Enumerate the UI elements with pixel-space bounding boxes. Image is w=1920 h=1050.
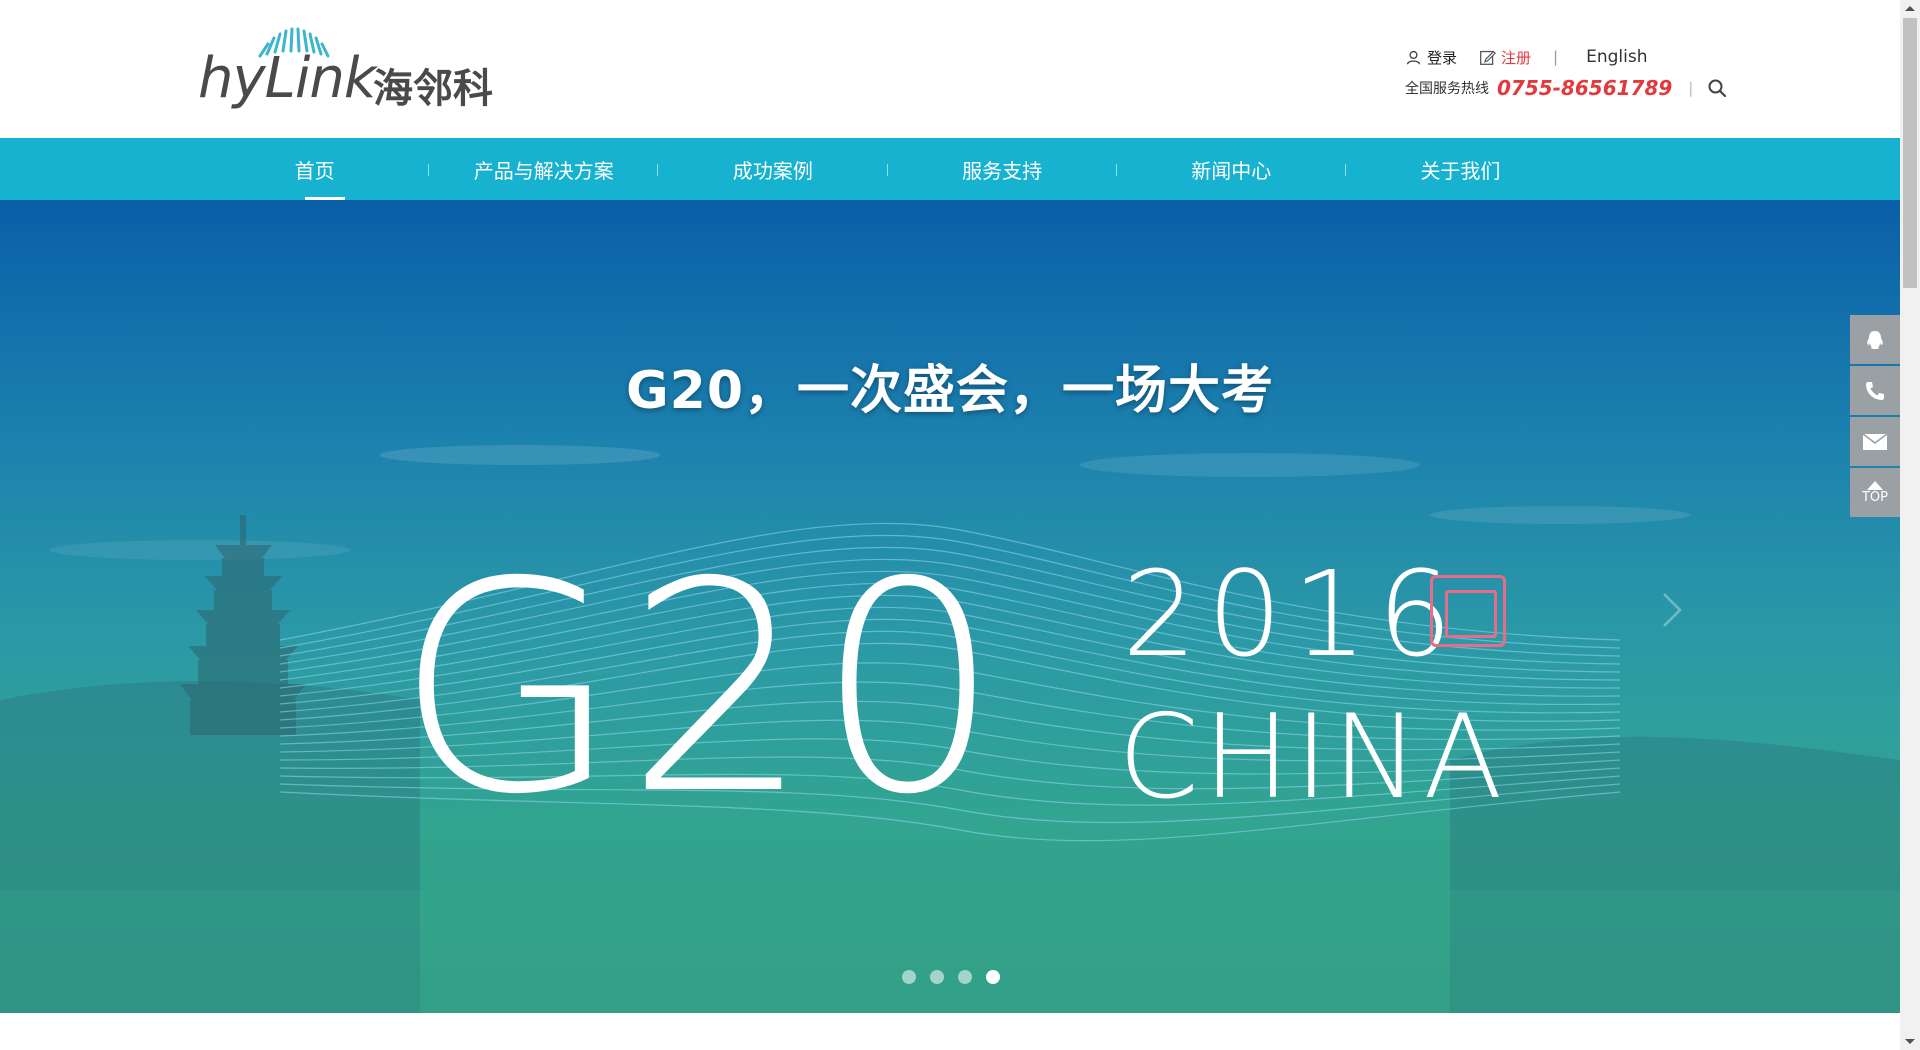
hotline-number: 0755-86561789	[1497, 76, 1673, 100]
logo-cn: 海邻科	[373, 66, 493, 112]
slide-dot[interactable]	[958, 970, 972, 984]
scroll-thumb[interactable]	[1903, 18, 1917, 288]
qq-icon	[1867, 330, 1883, 349]
nav-item-support[interactable]: 服务支持	[888, 138, 1117, 200]
nav-label: 成功案例	[732, 158, 813, 183]
mail-button[interactable]	[1850, 417, 1900, 466]
main-nav: 首页 产品与解决方案 成功案例 服务支持 新闻中心 关于我们	[0, 138, 1900, 200]
login-label: 登录	[1427, 48, 1458, 67]
phone-button[interactable]	[1850, 366, 1900, 415]
next-slide-icon[interactable]	[1660, 590, 1684, 630]
top-links: 登录 注册 | English	[1405, 46, 1647, 68]
edit-icon	[1480, 50, 1497, 65]
nav-label: 首页	[294, 158, 335, 183]
back-to-top-button[interactable]: TOP	[1850, 468, 1900, 517]
nav-item-home[interactable]: 首页	[200, 138, 430, 200]
top-separator: |	[1553, 48, 1559, 66]
floating-toolbar: TOP	[1850, 315, 1900, 519]
nav-label: 服务支持	[962, 158, 1043, 183]
logo-text: hyLink	[198, 46, 376, 111]
china-text: CHINA	[1118, 690, 1507, 825]
phone-icon	[1866, 381, 1884, 400]
logo[interactable]: hyLink 海邻科	[198, 18, 508, 118]
year-text: 2016	[1122, 545, 1463, 683]
nav-label: 产品与解决方案	[473, 158, 614, 183]
scroll-down-icon[interactable]	[1900, 1033, 1920, 1050]
register-label: 注册	[1501, 48, 1532, 67]
slide-dot[interactable]	[930, 970, 944, 984]
nav-label: 关于我们	[1420, 158, 1501, 183]
g20-text: G20	[395, 521, 1007, 858]
slide-dot[interactable]	[902, 970, 916, 984]
hotline: 全国服务热线 0755-86561789 |	[1405, 76, 1727, 100]
hero-banner[interactable]: G20，一次盛会，一场大考 G20 2016 CHINA	[0, 200, 1900, 1013]
banner-title: G20，一次盛会，一场大考	[625, 361, 1275, 421]
login-link[interactable]: 登录	[1405, 47, 1457, 68]
search-icon[interactable]	[1707, 78, 1727, 98]
nav-item-cases[interactable]: 成功案例	[658, 138, 888, 200]
site-header: hyLink 海邻科 登录 注册 | English 全国服务热线 0755-8…	[0, 0, 1900, 138]
nav-item-products[interactable]: 产品与解决方案	[429, 138, 659, 200]
slide-dot-active[interactable]	[986, 970, 1000, 984]
english-link[interactable]: English	[1586, 47, 1647, 67]
hotline-label: 全国服务热线	[1405, 81, 1489, 97]
nav-label: 新闻中心	[1191, 158, 1272, 183]
slide-dots	[902, 970, 1000, 984]
top-label: TOP	[1861, 489, 1888, 505]
mail-icon	[1862, 432, 1888, 450]
scroll-up-icon[interactable]	[1900, 0, 1920, 17]
qq-button[interactable]	[1850, 315, 1900, 364]
scrollbar[interactable]	[1900, 0, 1920, 1050]
user-icon	[1406, 50, 1421, 65]
arrow-up-icon	[1867, 480, 1883, 490]
nav-item-news[interactable]: 新闻中心	[1117, 138, 1346, 200]
seal-icon	[1430, 575, 1506, 647]
nav-item-about[interactable]: 关于我们	[1346, 138, 1575, 200]
hotline-separator: |	[1688, 79, 1694, 97]
register-link[interactable]: 注册	[1479, 47, 1531, 68]
